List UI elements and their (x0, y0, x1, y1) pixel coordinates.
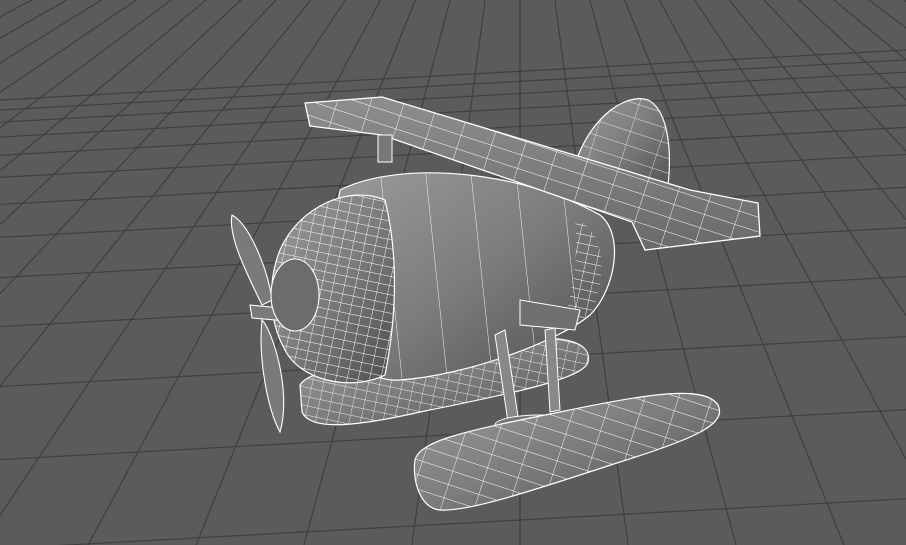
grid-line (0, 59, 906, 111)
propeller-spinner (270, 258, 320, 332)
3d-viewport[interactable] (0, 0, 906, 545)
float-right (413, 392, 721, 511)
viewport-canvas[interactable] (0, 0, 906, 545)
